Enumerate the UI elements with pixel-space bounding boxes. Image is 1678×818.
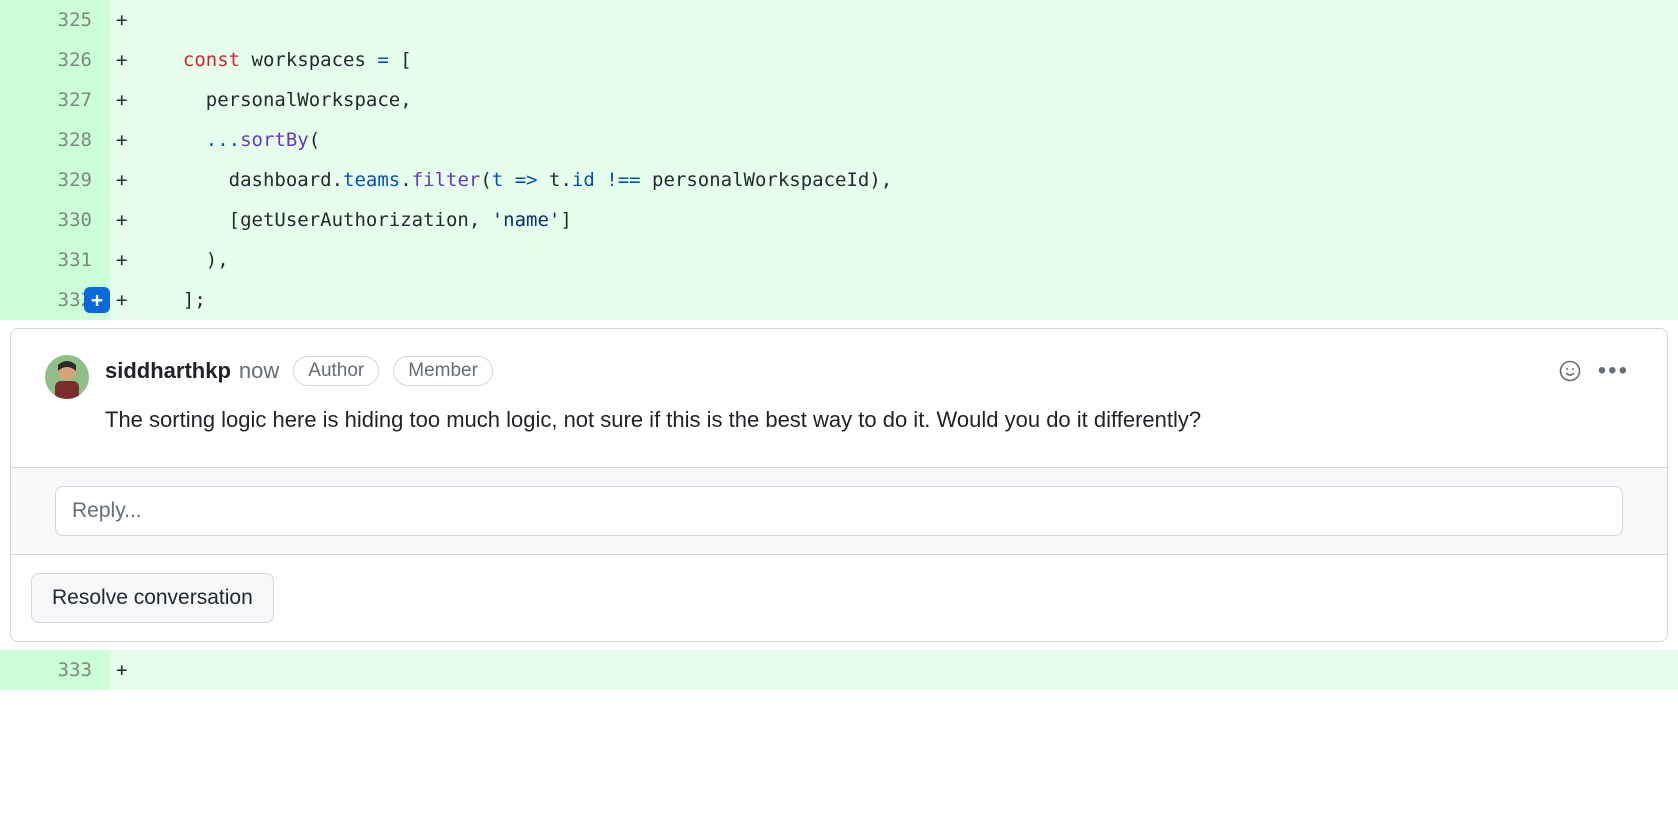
diff-line[interactable]: 326+ const workspaces = [ bbox=[0, 40, 1678, 80]
reply-input[interactable] bbox=[55, 486, 1623, 536]
code-content: [getUserAuthorization, 'name'] bbox=[150, 200, 1678, 240]
line-number-new: 325 bbox=[24, 0, 110, 40]
line-number-old bbox=[0, 40, 24, 80]
line-number-old bbox=[0, 650, 24, 690]
line-number-old bbox=[0, 200, 24, 240]
resolve-area: Resolve conversation bbox=[11, 554, 1667, 641]
diff-line[interactable]: 328+ ...sortBy( bbox=[0, 120, 1678, 160]
code-content bbox=[150, 0, 1678, 40]
code-content: dashboard.teams.filter(t => t.id !== per… bbox=[150, 160, 1678, 200]
comment-header: siddharthkp now Author Member ••• bbox=[105, 355, 1633, 387]
code-content: ), bbox=[150, 240, 1678, 280]
diff-marker: + bbox=[110, 0, 150, 40]
line-number-new: 333 bbox=[24, 650, 110, 690]
comment-text: The sorting logic here is hiding too muc… bbox=[105, 403, 1633, 437]
diff-marker: + bbox=[110, 200, 150, 240]
kebab-menu-icon[interactable]: ••• bbox=[1594, 361, 1633, 381]
line-number-new: 327 bbox=[24, 80, 110, 120]
diff-marker: + bbox=[110, 160, 150, 200]
code-content: ]; bbox=[150, 280, 1678, 320]
diff-marker: + bbox=[110, 650, 150, 690]
line-number-old bbox=[0, 160, 24, 200]
line-number-new: 330 bbox=[24, 200, 110, 240]
diff-line[interactable]: 327+ personalWorkspace, bbox=[0, 80, 1678, 120]
line-number-old bbox=[0, 0, 24, 40]
line-number-old bbox=[0, 80, 24, 120]
line-number-old bbox=[0, 240, 24, 280]
line-number-new: 328 bbox=[24, 120, 110, 160]
diff-line[interactable]: 332++ ]; bbox=[0, 280, 1678, 320]
badge-author: Author bbox=[293, 356, 379, 386]
diff-marker: + bbox=[110, 120, 150, 160]
code-content: ...sortBy( bbox=[150, 120, 1678, 160]
badge-member: Member bbox=[393, 356, 493, 386]
add-reaction-icon[interactable] bbox=[1554, 355, 1586, 387]
diff-line[interactable]: 330+ [getUserAuthorization, 'name'] bbox=[0, 200, 1678, 240]
diff-marker: + bbox=[110, 240, 150, 280]
diff-marker: + bbox=[110, 80, 150, 120]
diff-line[interactable]: 331+ ), bbox=[0, 240, 1678, 280]
diff-line[interactable]: 333+ bbox=[0, 650, 1678, 690]
comment-body: siddharthkp now Author Member ••• bbox=[11, 329, 1667, 467]
line-number-old bbox=[0, 120, 24, 160]
comment-container: siddharthkp now Author Member ••• bbox=[10, 328, 1668, 642]
diff-line[interactable]: 329+ dashboard.teams.filter(t => t.id !=… bbox=[0, 160, 1678, 200]
line-number-new: 326 bbox=[24, 40, 110, 80]
inline-comment-row: siddharthkp now Author Member ••• bbox=[0, 320, 1678, 650]
code-content: const workspaces = [ bbox=[150, 40, 1678, 80]
code-content bbox=[150, 650, 1678, 690]
line-number-new: 329 bbox=[24, 160, 110, 200]
diff-line[interactable]: 325+ bbox=[0, 0, 1678, 40]
line-number-new: 331 bbox=[24, 240, 110, 280]
diff-marker: + bbox=[110, 40, 150, 80]
comment-timestamp[interactable]: now bbox=[239, 358, 279, 384]
avatar[interactable] bbox=[45, 355, 89, 399]
resolve-conversation-button[interactable]: Resolve conversation bbox=[31, 573, 274, 623]
comment-author[interactable]: siddharthkp bbox=[105, 358, 231, 384]
reply-area bbox=[11, 467, 1667, 554]
code-content: personalWorkspace, bbox=[150, 80, 1678, 120]
diff-marker: ++ bbox=[110, 280, 150, 320]
line-number-old bbox=[0, 280, 24, 320]
add-comment-button[interactable]: + bbox=[84, 287, 110, 313]
diff-table: 325+326+ const workspaces = [327+ person… bbox=[0, 0, 1678, 690]
